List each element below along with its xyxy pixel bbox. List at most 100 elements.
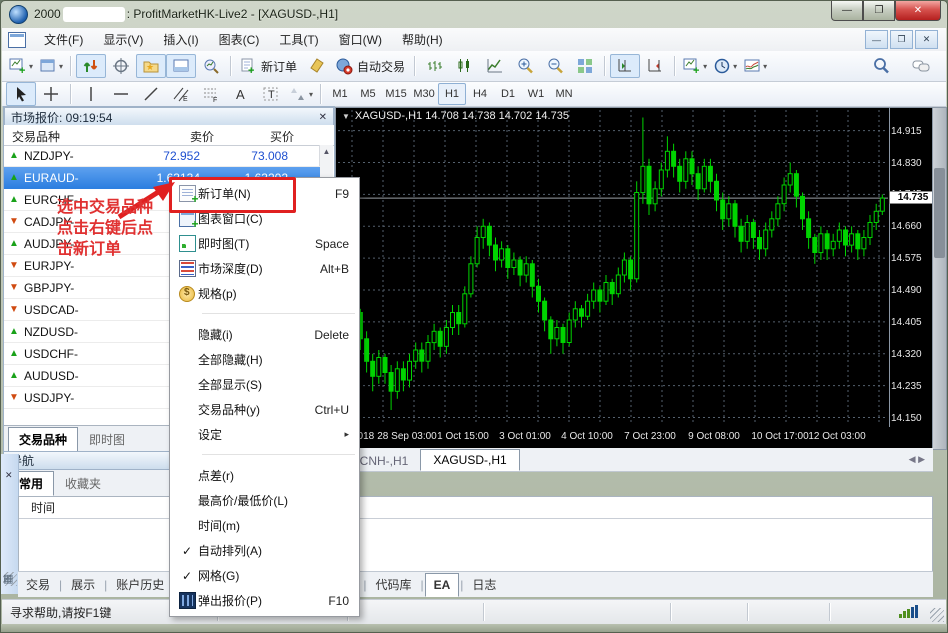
terminal-tab-5[interactable]: 代码库 [367, 572, 419, 597]
price-axis[interactable]: 14.91514.83014.74514.66014.57514.49014.4… [891, 110, 933, 425]
candlestick-button[interactable] [450, 54, 480, 78]
vline-tool[interactable] [76, 82, 106, 106]
shift-chart-button[interactable] [610, 54, 640, 78]
scroll-up-icon[interactable]: ▲ [323, 147, 331, 156]
mdi-minimize-button[interactable]: — [865, 30, 888, 49]
dropdown-arrow-icon[interactable]: ▾ [703, 62, 707, 71]
menu-w[interactable]: 窗口(W) [329, 28, 392, 51]
timeframe-m30[interactable]: M30 [410, 83, 438, 105]
channel-tool[interactable]: E [166, 82, 196, 106]
context-menu-item-16[interactable]: ✓自动排列(A) [170, 538, 359, 563]
terminal-tab-1[interactable]: 交易 [18, 572, 58, 597]
new-order-button[interactable]: +新订单 [236, 54, 302, 78]
templates-button[interactable]: ▾ [740, 54, 770, 78]
menu-f[interactable]: 文件(F) [34, 28, 93, 51]
timeframe-mn[interactable]: MN [550, 83, 578, 105]
dropdown-arrow-icon[interactable]: ▾ [29, 62, 33, 71]
context-menu-item-4[interactable]: 市场深度(D)Alt+B [170, 256, 359, 281]
context-menu-item-10[interactable]: 交易品种(y)Ctrl+U [170, 397, 359, 422]
crosshair-tool[interactable] [36, 82, 66, 106]
time-axis[interactable]: 201828 Sep 03:001 Oct 15:003 Oct 01:004 … [338, 427, 932, 447]
context-menu-item-5[interactable]: 规格(p) [170, 281, 359, 306]
hline-tool[interactable] [106, 82, 136, 106]
navigator-toggle[interactable]: ★ [136, 54, 166, 78]
terminal-grip-icon[interactable]: ▦ [3, 572, 17, 586]
context-menu-item-7[interactable]: 隐藏(i)Delete [170, 322, 359, 347]
close-button[interactable]: ✕ [895, 1, 941, 21]
data-window-button[interactable] [106, 54, 136, 78]
menu-c[interactable]: 图表(C) [209, 28, 270, 51]
context-menu-item-3[interactable]: 即时图(T)Space [170, 231, 359, 256]
text-tool[interactable]: A [226, 82, 256, 106]
fibonacci-tool[interactable]: F [196, 82, 226, 106]
timeframe-m1[interactable]: M1 [326, 83, 354, 105]
context-menu-item-18[interactable]: 弹出报价(P)F10 [170, 588, 359, 613]
search-button[interactable] [866, 54, 896, 78]
zoom-out-button[interactable] [540, 54, 570, 78]
chart-tab[interactable]: XAGUSD-,H1 [420, 449, 519, 471]
context-menu-item-17[interactable]: ✓网格(G) [170, 563, 359, 588]
market-watch-header[interactable]: 市场报价: 09:19:54 ✕ [4, 107, 334, 127]
tile-windows-button[interactable] [570, 54, 600, 78]
timeframe-d1[interactable]: D1 [494, 83, 522, 105]
timeframe-h1[interactable]: H1 [438, 83, 466, 105]
terminal-tab-6[interactable]: EA [425, 573, 460, 597]
resize-grip[interactable] [930, 608, 944, 622]
dropdown-arrow-icon[interactable]: ▾ [763, 62, 767, 71]
bar-chart-button[interactable] [420, 54, 450, 78]
window-menu-icon[interactable]: ▼ [342, 112, 350, 121]
timeframe-m15[interactable]: M15 [382, 83, 410, 105]
symbol-row-nzdjpy[interactable]: ▲NZDJPY-72.95273.008 [4, 145, 320, 167]
market-watch-tab[interactable]: 即时图 [78, 427, 136, 452]
indicators-button[interactable]: +▾ [680, 54, 710, 78]
navigator-tab[interactable]: 收藏夹 [54, 471, 112, 496]
mdi-close-button[interactable]: ✕ [915, 30, 938, 49]
metaeditor-button[interactable] [302, 54, 332, 78]
cursor-tool[interactable] [6, 82, 36, 106]
autotrading-button[interactable]: 自动交易 [332, 54, 410, 78]
terminal-tab-2[interactable]: 展示 [63, 572, 103, 597]
strategy-tester-button[interactable] [196, 54, 226, 78]
context-menu-item-9[interactable]: 全部显示(S) [170, 372, 359, 397]
close-icon[interactable]: ✕ [319, 112, 327, 123]
context-menu-item-15[interactable]: 时间(m) [170, 513, 359, 538]
chart-plot[interactable] [338, 110, 888, 425]
close-icon[interactable]: ✕ [5, 470, 13, 481]
chart-scrollbar[interactable] [932, 107, 947, 450]
timeframe-h4[interactable]: H4 [466, 83, 494, 105]
menu-t[interactable]: 工具(T) [269, 28, 328, 51]
chat-button[interactable] [906, 54, 936, 78]
trendline-tool[interactable] [136, 82, 166, 106]
new-chart-button[interactable]: +▾ [6, 54, 36, 78]
maximize-button[interactable]: ❐ [863, 1, 895, 21]
terminal-toggle[interactable] [166, 54, 196, 78]
context-menu-item-8[interactable]: 全部隐藏(H) [170, 347, 359, 372]
periods-button[interactable]: ▾ [710, 54, 740, 78]
line-chart-button[interactable] [480, 54, 510, 78]
terminal-tab-7[interactable]: 日志 [464, 572, 504, 597]
menu-h[interactable]: 帮助(H) [392, 28, 453, 51]
minimize-button[interactable]: — [831, 1, 863, 21]
dropdown-arrow-icon[interactable]: ▾ [309, 90, 313, 99]
dropdown-arrow-icon[interactable]: ▾ [59, 62, 63, 71]
market-watch-tab[interactable]: 交易品种 [8, 427, 78, 452]
mdi-restore-button[interactable]: ❐ [890, 30, 913, 49]
arrows-tool[interactable]: ▾ [286, 82, 316, 106]
zoom-in-button[interactable] [510, 54, 540, 78]
chart-child-icon[interactable] [8, 32, 26, 48]
profiles-button[interactable]: ▾ [36, 54, 66, 78]
dropdown-arrow-icon[interactable]: ▾ [733, 62, 737, 71]
label-tool[interactable]: T [256, 82, 286, 106]
auto-scroll-button[interactable] [640, 54, 670, 78]
market-watch-toggle[interactable] [76, 54, 106, 78]
timeframe-m5[interactable]: M5 [354, 83, 382, 105]
terminal-column-header[interactable]: 时间 [19, 497, 932, 519]
timeframe-w1[interactable]: W1 [522, 83, 550, 105]
terminal-tab-3[interactable]: 账户历史 [108, 572, 172, 597]
context-menu-item-14[interactable]: 最高价/最低价(L) [170, 488, 359, 513]
market-watch-column-header[interactable]: 交易品种 卖价 买价 [4, 125, 334, 146]
menu-i[interactable]: 插入(I) [153, 28, 208, 51]
context-menu-item-13[interactable]: 点差(r) [170, 463, 359, 488]
tab-scroll-arrows[interactable]: ◀ ▶ [909, 454, 925, 465]
menu-v[interactable]: 显示(V) [93, 28, 153, 51]
